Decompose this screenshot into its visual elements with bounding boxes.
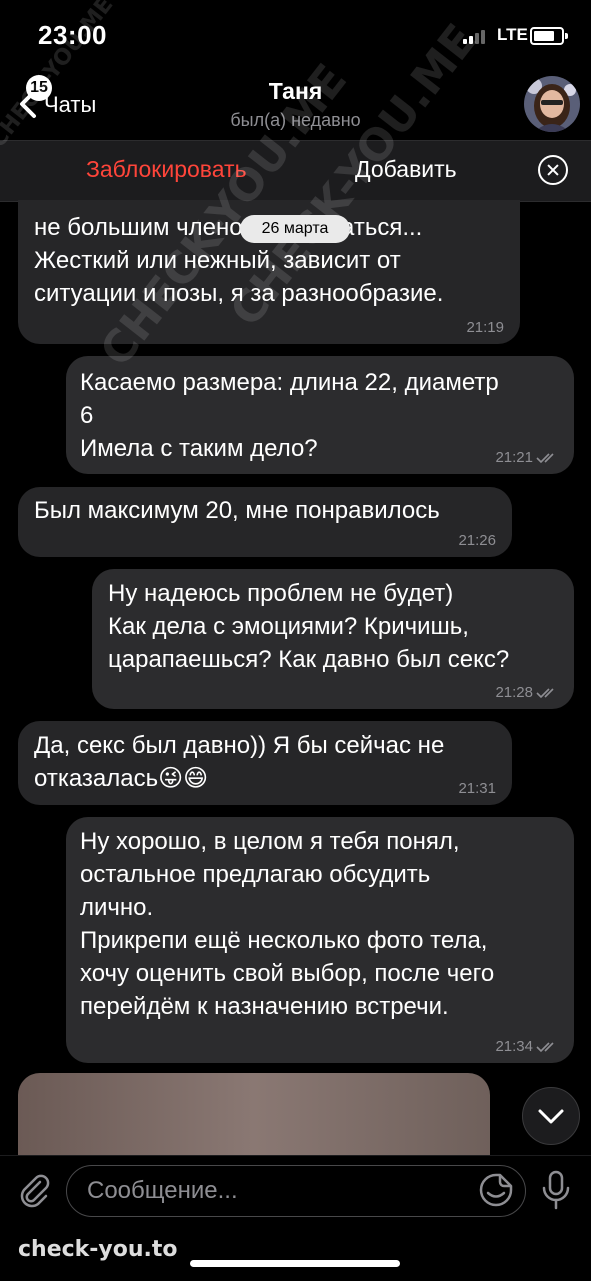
- battery-icon: [530, 27, 568, 45]
- message-text: Ну хорошо, в целом я тебя понял, остальн…: [80, 828, 495, 1020]
- double-check-icon: [536, 1042, 554, 1053]
- message-time: 21:28: [495, 684, 533, 701]
- message-time: 21:31: [458, 780, 496, 797]
- message-list[interactable]: 26 марта не большим членом потрахаться..…: [0, 200, 591, 1155]
- outgoing-message[interactable]: Ну хорошо, в целом я тебя понял, остальн…: [66, 817, 574, 1063]
- photo-message[interactable]: [18, 1073, 490, 1155]
- status-bar: 23:00 LTE: [0, 0, 591, 70]
- microphone-icon[interactable]: [539, 1170, 573, 1210]
- add-contact-button[interactable]: Добавить: [355, 156, 457, 183]
- incoming-message[interactable]: Был максимум 20, мне понравилось 21:26: [18, 487, 512, 557]
- message-text: Да, секс был давно)) Я бы сейчас не отка…: [34, 732, 445, 792]
- close-icon[interactable]: [538, 155, 568, 185]
- message-text: Касаемо размера: длина 22, диаметр 6 Име…: [80, 369, 499, 462]
- signal-icon: [463, 28, 493, 44]
- network-label: LTE: [497, 25, 528, 44]
- scroll-down-button[interactable]: [522, 1087, 580, 1145]
- block-button[interactable]: Заблокировать: [86, 156, 247, 183]
- message-input[interactable]: [66, 1165, 526, 1217]
- outgoing-message[interactable]: Касаемо размера: длина 22, диаметр 6 Име…: [66, 356, 574, 474]
- last-seen-status: был(а) недавно: [230, 110, 361, 130]
- chat-title[interactable]: Таня: [0, 78, 591, 105]
- message-time: 21:19: [466, 319, 504, 336]
- outgoing-message[interactable]: Ну надеюсь проблем не будет) Как дела с …: [92, 569, 574, 709]
- incoming-message[interactable]: Да, секс был давно)) Я бы сейчас не отка…: [18, 721, 512, 805]
- message-text: Был максимум 20, мне понравилось: [34, 497, 440, 524]
- avatar[interactable]: [524, 76, 580, 132]
- date-separator: 26 марта: [240, 215, 350, 243]
- status-time: 23:00: [38, 20, 107, 50]
- message-time: 21:21: [495, 449, 533, 466]
- sticker-icon[interactable]: [478, 1172, 514, 1208]
- double-check-icon: [536, 688, 554, 699]
- message-text: Ну надеюсь проблем не будет) Как дела с …: [108, 580, 510, 673]
- message-time: 21:26: [458, 532, 496, 549]
- paperclip-icon[interactable]: [16, 1172, 52, 1208]
- chevron-down-icon: [538, 1109, 564, 1124]
- double-check-icon: [536, 453, 554, 464]
- watermark-logo: check-you.to: [18, 1237, 178, 1262]
- message-time: 21:34: [495, 1038, 533, 1055]
- home-indicator: [190, 1260, 400, 1267]
